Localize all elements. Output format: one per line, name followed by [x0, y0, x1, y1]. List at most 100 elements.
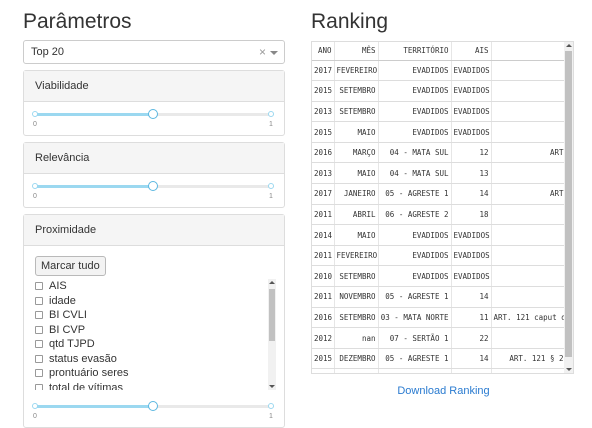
table-cell: EVADIDOS — [451, 60, 492, 82]
slider-handle[interactable] — [148, 401, 158, 411]
table-cell: 2012 — [312, 327, 335, 349]
table-cell: EVADIDOS — [378, 101, 452, 123]
table-cell: 05 - AGRESTE 1 — [378, 286, 452, 308]
table-cell: 2011 — [312, 286, 335, 308]
table-row[interactable]: 2016 SETEMBRO 03 - MATA NORTE 11 ART. 121 ca… — [312, 307, 567, 329]
scroll-down-icon[interactable] — [269, 385, 275, 388]
table-row[interactable]: 2011 FEVEREIRO EVADIDOS EVADIDOS — [312, 245, 567, 267]
checkbox-scrollbar[interactable] — [268, 279, 276, 390]
table-cell: 2016 — [312, 142, 335, 164]
slider-fill — [34, 113, 153, 116]
table-cell: MAIO — [334, 121, 379, 143]
table-cell: SETEMBRO — [334, 307, 379, 329]
ranking-column: Ranking ANO MÊS TERRITÓRIO AIS 2017 FEVER… — [311, 10, 576, 397]
ranking-table-frame[interactable]: ANO MÊS TERRITÓRIO AIS 2017 FEVEREIRO EVAD… — [311, 41, 574, 374]
table-cell: 07 - SERTÃO 1 — [378, 327, 452, 349]
table-cell — [491, 60, 567, 82]
column-header[interactable]: AIS — [451, 42, 492, 61]
table-row[interactable]: 2013 MAIO 04 - MATA SUL 13 — [312, 162, 567, 185]
column-header[interactable]: TERRITÓRIO — [378, 42, 452, 61]
table-cell: ART. 121 caput d — [491, 307, 567, 329]
table-cell: MAIO — [334, 162, 379, 185]
table-cell: EVADIDOS — [451, 245, 492, 267]
table-cell: EVADIDOS — [451, 265, 492, 288]
table-row[interactable]: 2013 SETEMBRO EVADIDOS EVADIDOS — [312, 101, 567, 123]
table-cell — [491, 162, 567, 185]
proximidade-panel: Proximidade Marcar tudo AIS idade BI CVL… — [23, 214, 285, 428]
table-cell — [491, 80, 567, 102]
checkbox-item[interactable]: status evasão — [35, 352, 276, 367]
checkbox[interactable] — [35, 296, 43, 305]
top-select[interactable]: Top 20 × — [23, 40, 285, 64]
clear-icon[interactable]: × — [259, 45, 266, 59]
checkbox-item[interactable]: qtd TJPD — [35, 337, 276, 352]
table-cell — [491, 286, 567, 308]
column-header[interactable]: ANO — [312, 42, 335, 61]
slider-max-dot — [268, 111, 274, 117]
table-cell — [491, 265, 567, 288]
slider-min-dot — [32, 403, 38, 409]
table-row[interactable]: 2017 JANEIRO 05 - AGRESTE 1 14 ART — [312, 183, 567, 205]
table-cell: EVADIDOS — [451, 121, 492, 143]
column-header[interactable]: MÊS — [334, 42, 379, 61]
relevancia-slider[interactable]: 0 1 — [32, 174, 274, 207]
table-row[interactable]: 2012 nan 07 - SERTÃO 1 22 — [312, 327, 567, 349]
table-scrollbar[interactable] — [564, 42, 573, 373]
table-row[interactable]: 2015 MAIO EVADIDOS EVADIDOS — [312, 121, 567, 143]
checkbox[interactable] — [35, 282, 43, 291]
scroll-down-icon[interactable] — [566, 368, 572, 371]
checkbox[interactable] — [35, 340, 43, 349]
table-cell: 2017 — [312, 183, 335, 205]
table-cell: 2017 — [312, 60, 335, 82]
slider-handle[interactable] — [148, 181, 158, 191]
checkbox[interactable] — [35, 311, 43, 320]
checkbox-item[interactable]: idade — [35, 294, 276, 309]
table-cell: 14 — [451, 348, 492, 370]
table-row[interactable]: 2010 SETEMBRO EVADIDOS EVADIDOS — [312, 265, 567, 288]
slider-max-label: 1 — [269, 413, 273, 420]
scrollbar-thumb[interactable] — [269, 289, 275, 341]
checkbox-item[interactable]: prontuário seres — [35, 366, 276, 381]
checkbox[interactable] — [35, 369, 43, 378]
table-row[interactable]: 2014 MAIO EVADIDOS EVADIDOS — [312, 224, 567, 246]
checkbox[interactable] — [35, 354, 43, 363]
slider-handle[interactable] — [148, 109, 158, 119]
proximidade-checkbox-list[interactable]: AIS idade BI CVLI BI CVP qtd TJPD status… — [35, 279, 276, 390]
checkbox-item[interactable]: total de vítimas — [35, 381, 276, 390]
column-header[interactable] — [491, 42, 567, 61]
table-row[interactable]: 2016 MARÇO 04 - MATA SUL 12 ART — [312, 142, 567, 164]
table-cell: 14 — [451, 183, 492, 205]
table-cell: ART. 121 § 2 — [491, 348, 567, 370]
table-row[interactable]: 2013JULHO05 - AGRESTE 114 — [312, 368, 567, 373]
scrollbar-thumb[interactable] — [565, 51, 572, 357]
table-row[interactable]: 2015 DEZEMBRO 05 - AGRESTE 1 14 ART. 121 § 2 — [312, 348, 567, 370]
checkbox-item[interactable]: AIS — [35, 279, 276, 294]
table-cell — [491, 101, 567, 123]
table-cell: ART — [491, 142, 567, 164]
checkbox[interactable] — [35, 325, 43, 334]
checkbox-item[interactable]: BI CVP — [35, 323, 276, 338]
table-row[interactable]: 2011 ABRIL 06 - AGRESTE 2 18 — [312, 204, 567, 226]
ranking-title: Ranking — [311, 10, 389, 33]
table-cell: 05 - AGRESTE 1 — [378, 183, 452, 205]
table-header-row: ANO MÊS TERRITÓRIO AIS — [312, 42, 567, 61]
checkbox-item[interactable]: BI CVLI — [35, 308, 276, 323]
table-row[interactable]: 2011 NOVEMBRO 05 - AGRESTE 1 14 — [312, 286, 567, 308]
table-cell: 2014 — [312, 224, 335, 246]
table-row[interactable]: 2015 SETEMBRO EVADIDOS EVADIDOS — [312, 80, 567, 102]
mark-all-button[interactable]: Marcar tudo — [35, 256, 106, 276]
checkbox[interactable] — [35, 383, 43, 390]
table-cell — [491, 327, 567, 349]
scroll-up-icon[interactable] — [566, 44, 572, 47]
chevron-down-icon[interactable] — [270, 51, 278, 55]
slider-fill — [34, 185, 153, 188]
viabilidade-slider[interactable]: 0 1 — [32, 102, 274, 135]
table-cell: ABRIL — [334, 204, 379, 226]
download-ranking-link[interactable]: Download Ranking — [311, 385, 576, 397]
table-cell: EVADIDOS — [451, 80, 492, 102]
table-cell: 2015 — [312, 348, 335, 370]
table-row[interactable]: 2017 FEVEREIRO EVADIDOS EVADIDOS — [312, 60, 567, 82]
slider-min-dot — [32, 183, 38, 189]
proximidade-slider[interactable]: 0 1 — [32, 394, 274, 427]
scroll-up-icon[interactable] — [269, 281, 275, 284]
